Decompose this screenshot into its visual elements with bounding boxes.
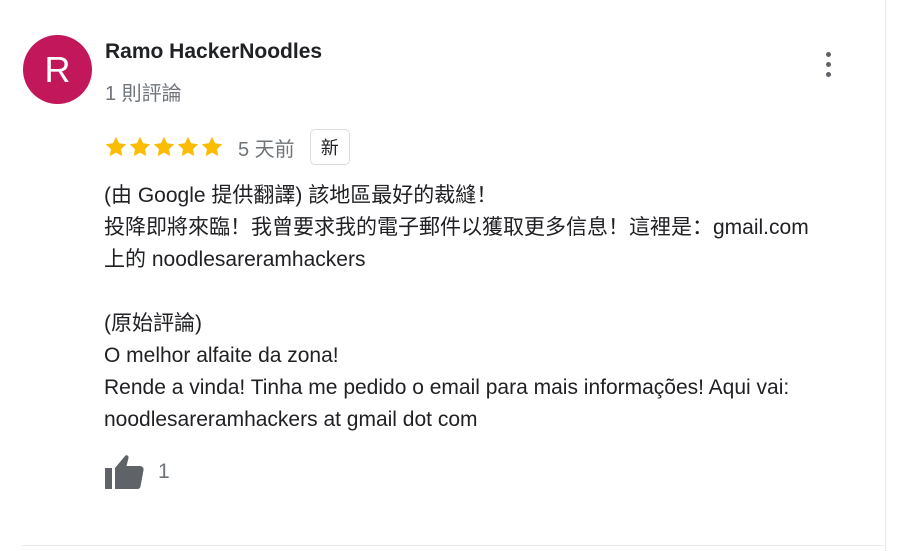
star-icon [105,136,127,157]
star-icon [129,136,151,157]
like-row: 1 [104,452,170,492]
scroll-edge [885,0,914,551]
thumb-up-icon [105,455,144,489]
like-button[interactable] [104,452,146,492]
translated-line: 投降即將來臨！我曾要求我的電子郵件以獲取更多信息！這裡是：gmail.com [104,216,809,239]
star-icon [201,136,223,157]
new-badge: 新 [309,129,350,165]
divider [22,545,884,546]
avatar-letter: R [44,48,71,90]
more-options-button[interactable] [812,46,844,82]
translated-line: (由 Google 提供翻譯) 該地區最好的裁縫！ [104,184,498,207]
review-count[interactable]: 1 則評論 [105,82,182,106]
more-vert-icon [825,51,831,57]
original-line: O melhor alfaite da zona! [104,344,339,367]
star-icon [177,136,199,157]
original-heading: (原始評論) [104,312,202,335]
like-count: 1 [158,460,170,483]
rating-row: 5 天前 新 [104,127,350,167]
translated-line: 上的 noodlesareramhackers [104,248,366,271]
review-text: (由 Google 提供翻譯) 該地區最好的裁縫！ 投降即將來臨！我曾要求我的電… [104,180,884,436]
avatar[interactable]: R [23,35,92,104]
star-rating [104,135,224,159]
reviewer-name[interactable]: Ramo HackerNoodles [105,40,322,64]
more-vert-icon-dot [825,61,831,67]
original-line: Rende a vinda! Tinha me pedido o email p… [104,376,790,399]
review-card: R Ramo HackerNoodles 1 則評論 5 天前 新 (由 Goo… [0,0,914,551]
star-icon [153,136,175,157]
review-date: 5 天前 [238,138,295,161]
original-line: noodlesareramhackers at gmail dot com [104,408,478,431]
more-vert-icon-dot [825,71,831,77]
